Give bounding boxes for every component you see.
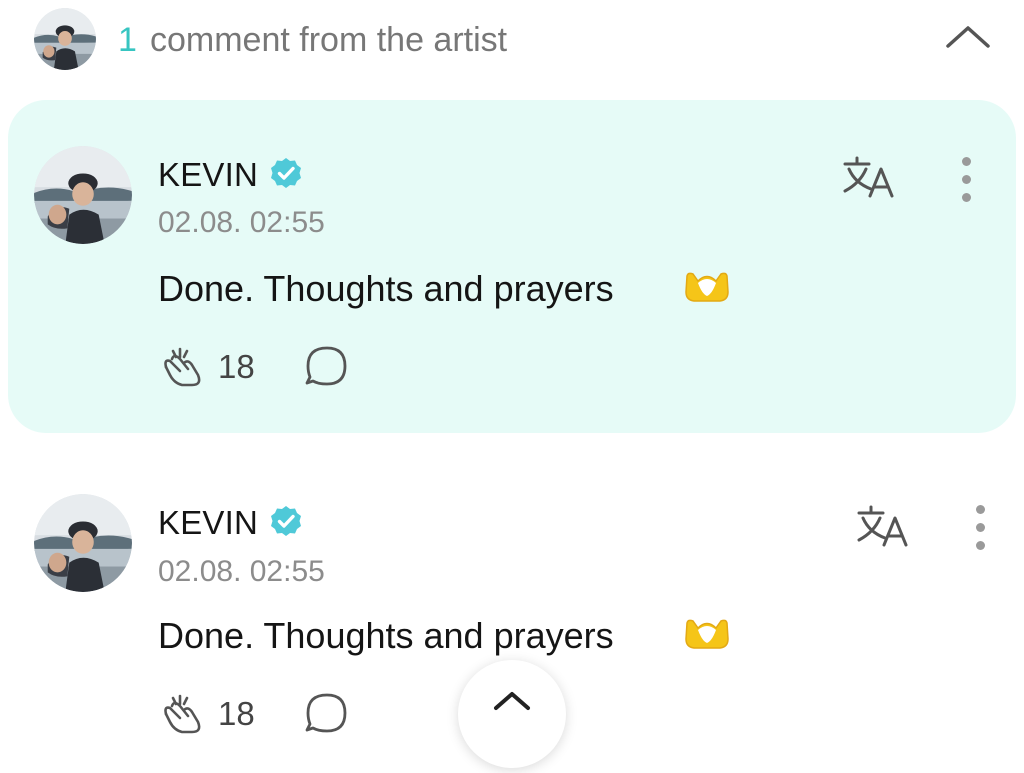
clap-icon[interactable] (160, 692, 206, 734)
comment-text: Done. Thoughts and prayers (158, 268, 614, 309)
more-options-icon[interactable] (958, 154, 974, 204)
avatar[interactable] (34, 146, 132, 244)
verified-badge-icon (270, 505, 302, 537)
timestamp: 02.08. 02:55 (158, 206, 325, 239)
translate-icon[interactable] (856, 504, 912, 548)
reply-bubble-icon[interactable] (304, 345, 350, 387)
heart-hands-emoji-icon (682, 270, 732, 304)
artist-avatar[interactable] (34, 8, 96, 70)
header-label: comment from the artist (150, 21, 508, 59)
scroll-to-top-button[interactable] (458, 660, 566, 768)
timestamp: 02.08. 02:55 (158, 555, 325, 588)
author-name[interactable]: KEVIN (158, 504, 258, 542)
chevron-up-icon[interactable] (944, 22, 992, 52)
verified-badge-icon (270, 157, 302, 189)
chevron-up-icon (494, 692, 530, 710)
author-name[interactable]: KEVIN (158, 156, 258, 194)
translate-icon[interactable] (842, 155, 898, 199)
like-count: 18 (218, 695, 255, 732)
like-count: 18 (218, 348, 255, 385)
avatar[interactable] (34, 494, 132, 592)
heart-hands-emoji-icon (682, 617, 732, 651)
clap-icon[interactable] (160, 345, 206, 387)
reply-bubble-icon[interactable] (304, 692, 350, 734)
comment-text: Done. Thoughts and prayers (158, 615, 614, 656)
comment-count: 1 (118, 21, 137, 59)
more-options-icon[interactable] (972, 502, 988, 552)
